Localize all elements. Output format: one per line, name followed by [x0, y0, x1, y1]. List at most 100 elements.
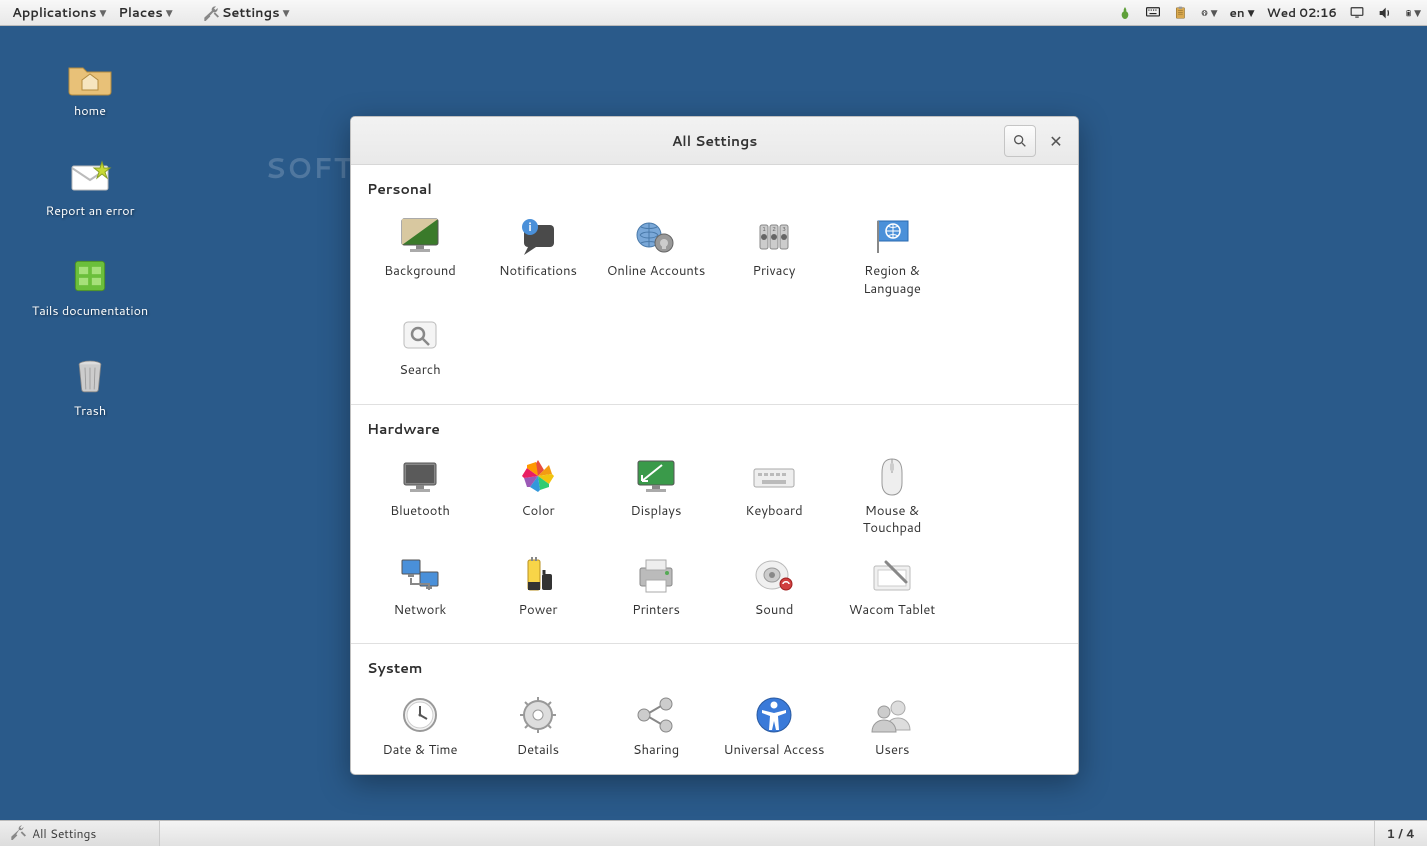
settings-grid: BluetoothColorDisplaysKeyboardMouse & To… [351, 447, 1078, 634]
clipboard-icon[interactable] [1173, 5, 1189, 21]
trash-icon [66, 354, 114, 398]
notifications-icon: i [514, 215, 562, 257]
chevron-down-icon: ▼ [99, 6, 106, 19]
settings-item-printers[interactable]: Printers [597, 548, 715, 630]
settings-item-label: Displays [599, 503, 713, 521]
datetime-icon [396, 694, 444, 736]
chevron-down-icon: ▼ [1211, 6, 1218, 19]
bottom-panel: All Settings 1 / 4 [0, 820, 1427, 846]
chevron-down-icon: ▼ [1248, 6, 1255, 19]
settings-item-privacy[interactable]: 123 Privacy [715, 209, 833, 308]
menu-settings[interactable]: Settings ▼ [197, 4, 296, 22]
settings-item-label: Details [481, 742, 595, 760]
keyboard-icon[interactable] [1145, 5, 1161, 21]
settings-item-datetime[interactable]: Date & Time [361, 688, 479, 770]
language-indicator[interactable]: en ▼ [1229, 4, 1254, 21]
accessibility-icon[interactable]: ▼ [1201, 5, 1217, 21]
chevron-down-icon: ▼ [166, 6, 173, 19]
settings-window: All Settings ✕ PersonalBackground i Notifi… [350, 116, 1079, 775]
section-title: System [351, 644, 1078, 686]
privacy-icon: 123 [750, 215, 798, 257]
tools-icon [203, 5, 219, 21]
settings-item-search[interactable]: Search [361, 308, 479, 390]
settings-item-label: Sound [717, 602, 831, 620]
settings-item-sharing[interactable]: Sharing [597, 688, 715, 770]
tor-onion-icon[interactable] [1117, 5, 1133, 21]
settings-item-bluetooth[interactable]: Bluetooth [361, 449, 479, 548]
sound-icon [750, 554, 798, 596]
details-icon [514, 694, 562, 736]
settings-grid: Date & TimeDetailsSharingUniversal Acces… [351, 686, 1078, 774]
settings-item-label: Network [363, 602, 477, 620]
menu-label: Places [118, 4, 162, 22]
settings-item-wacom[interactable]: Wacom Tablet [833, 548, 951, 630]
workspace-switcher[interactable]: 1 / 4 [1374, 821, 1427, 846]
search-button[interactable] [1004, 125, 1036, 157]
settings-item-label: Search [363, 362, 477, 380]
settings-item-label: Universal Access [717, 742, 831, 760]
keyboard-icon [750, 455, 798, 497]
taskbar-item-settings[interactable]: All Settings [0, 821, 160, 846]
settings-item-label: Sharing [599, 742, 713, 760]
chevron-down-icon: ▼ [283, 6, 290, 19]
desktop-icon-home[interactable]: home [20, 54, 160, 120]
desktop-icon-label: Report an error [20, 202, 160, 220]
network-icon [396, 554, 444, 596]
tools-icon [10, 824, 26, 844]
displays-icon [632, 455, 680, 497]
settings-item-universal[interactable]: Universal Access [715, 688, 833, 770]
settings-item-label: Mouse & Touchpad [835, 503, 949, 538]
wacom-icon [868, 554, 916, 596]
settings-item-label: Printers [599, 602, 713, 620]
settings-item-users[interactable]: Users [833, 688, 951, 770]
window-title: All Settings [672, 131, 758, 151]
settings-item-label: Privacy [717, 263, 831, 281]
desktop-icon-tails-docs[interactable]: Tails documentation [20, 254, 160, 320]
book-icon [66, 254, 114, 298]
battery-icon[interactable]: ▼ [1405, 5, 1421, 21]
window-titlebar[interactable]: All Settings ✕ [351, 117, 1078, 165]
settings-item-label: Notifications [481, 263, 595, 281]
menu-places[interactable]: Places ▼ [112, 4, 178, 22]
section-title: Personal [351, 165, 1078, 207]
settings-item-details[interactable]: Details [479, 688, 597, 770]
section-title: Hardware [351, 405, 1078, 447]
clock[interactable]: Wed 02:16 [1267, 4, 1337, 21]
svg-text:3: 3 [782, 224, 786, 233]
menu-applications[interactable]: Applications ▼ [6, 4, 112, 22]
settings-item-label: Power [481, 602, 595, 620]
settings-item-sound[interactable]: Sound [715, 548, 833, 630]
settings-item-color[interactable]: Color [479, 449, 597, 548]
settings-item-label: Wacom Tablet [835, 602, 949, 620]
settings-item-network[interactable]: Network [361, 548, 479, 630]
settings-item-online-accounts[interactable]: Online Accounts [597, 209, 715, 308]
taskbar-item-label: All Settings [32, 825, 96, 842]
display-icon[interactable] [1349, 5, 1365, 21]
settings-item-label: Color [481, 503, 595, 521]
volume-icon[interactable] [1377, 5, 1393, 21]
desktop-icon-report-error[interactable]: Report an error [20, 154, 160, 220]
online-accounts-icon [632, 215, 680, 257]
settings-item-keyboard[interactable]: Keyboard [715, 449, 833, 548]
settings-item-label: Region & Language [835, 263, 949, 298]
settings-item-background[interactable]: Background [361, 209, 479, 308]
settings-item-mouse[interactable]: Mouse & Touchpad [833, 449, 951, 548]
settings-item-label: Keyboard [717, 503, 831, 521]
desktop-icon-trash[interactable]: Trash [20, 354, 160, 420]
region-icon [868, 215, 916, 257]
universal-icon [750, 694, 798, 736]
svg-text:2: 2 [772, 224, 776, 233]
settings-item-displays[interactable]: Displays [597, 449, 715, 548]
color-icon [514, 455, 562, 497]
settings-item-region[interactable]: Region & Language [833, 209, 951, 308]
close-button[interactable]: ✕ [1042, 125, 1070, 157]
settings-item-notifications[interactable]: i Notifications [479, 209, 597, 308]
users-icon [868, 694, 916, 736]
search-icon [396, 314, 444, 356]
settings-item-label: Date & Time [363, 742, 477, 760]
settings-item-power[interactable]: Power [479, 548, 597, 630]
desktop-icon-label: Tails documentation [20, 302, 160, 320]
printers-icon [632, 554, 680, 596]
menu-label: Settings [222, 4, 280, 22]
desktop-icon-label: home [20, 102, 160, 120]
